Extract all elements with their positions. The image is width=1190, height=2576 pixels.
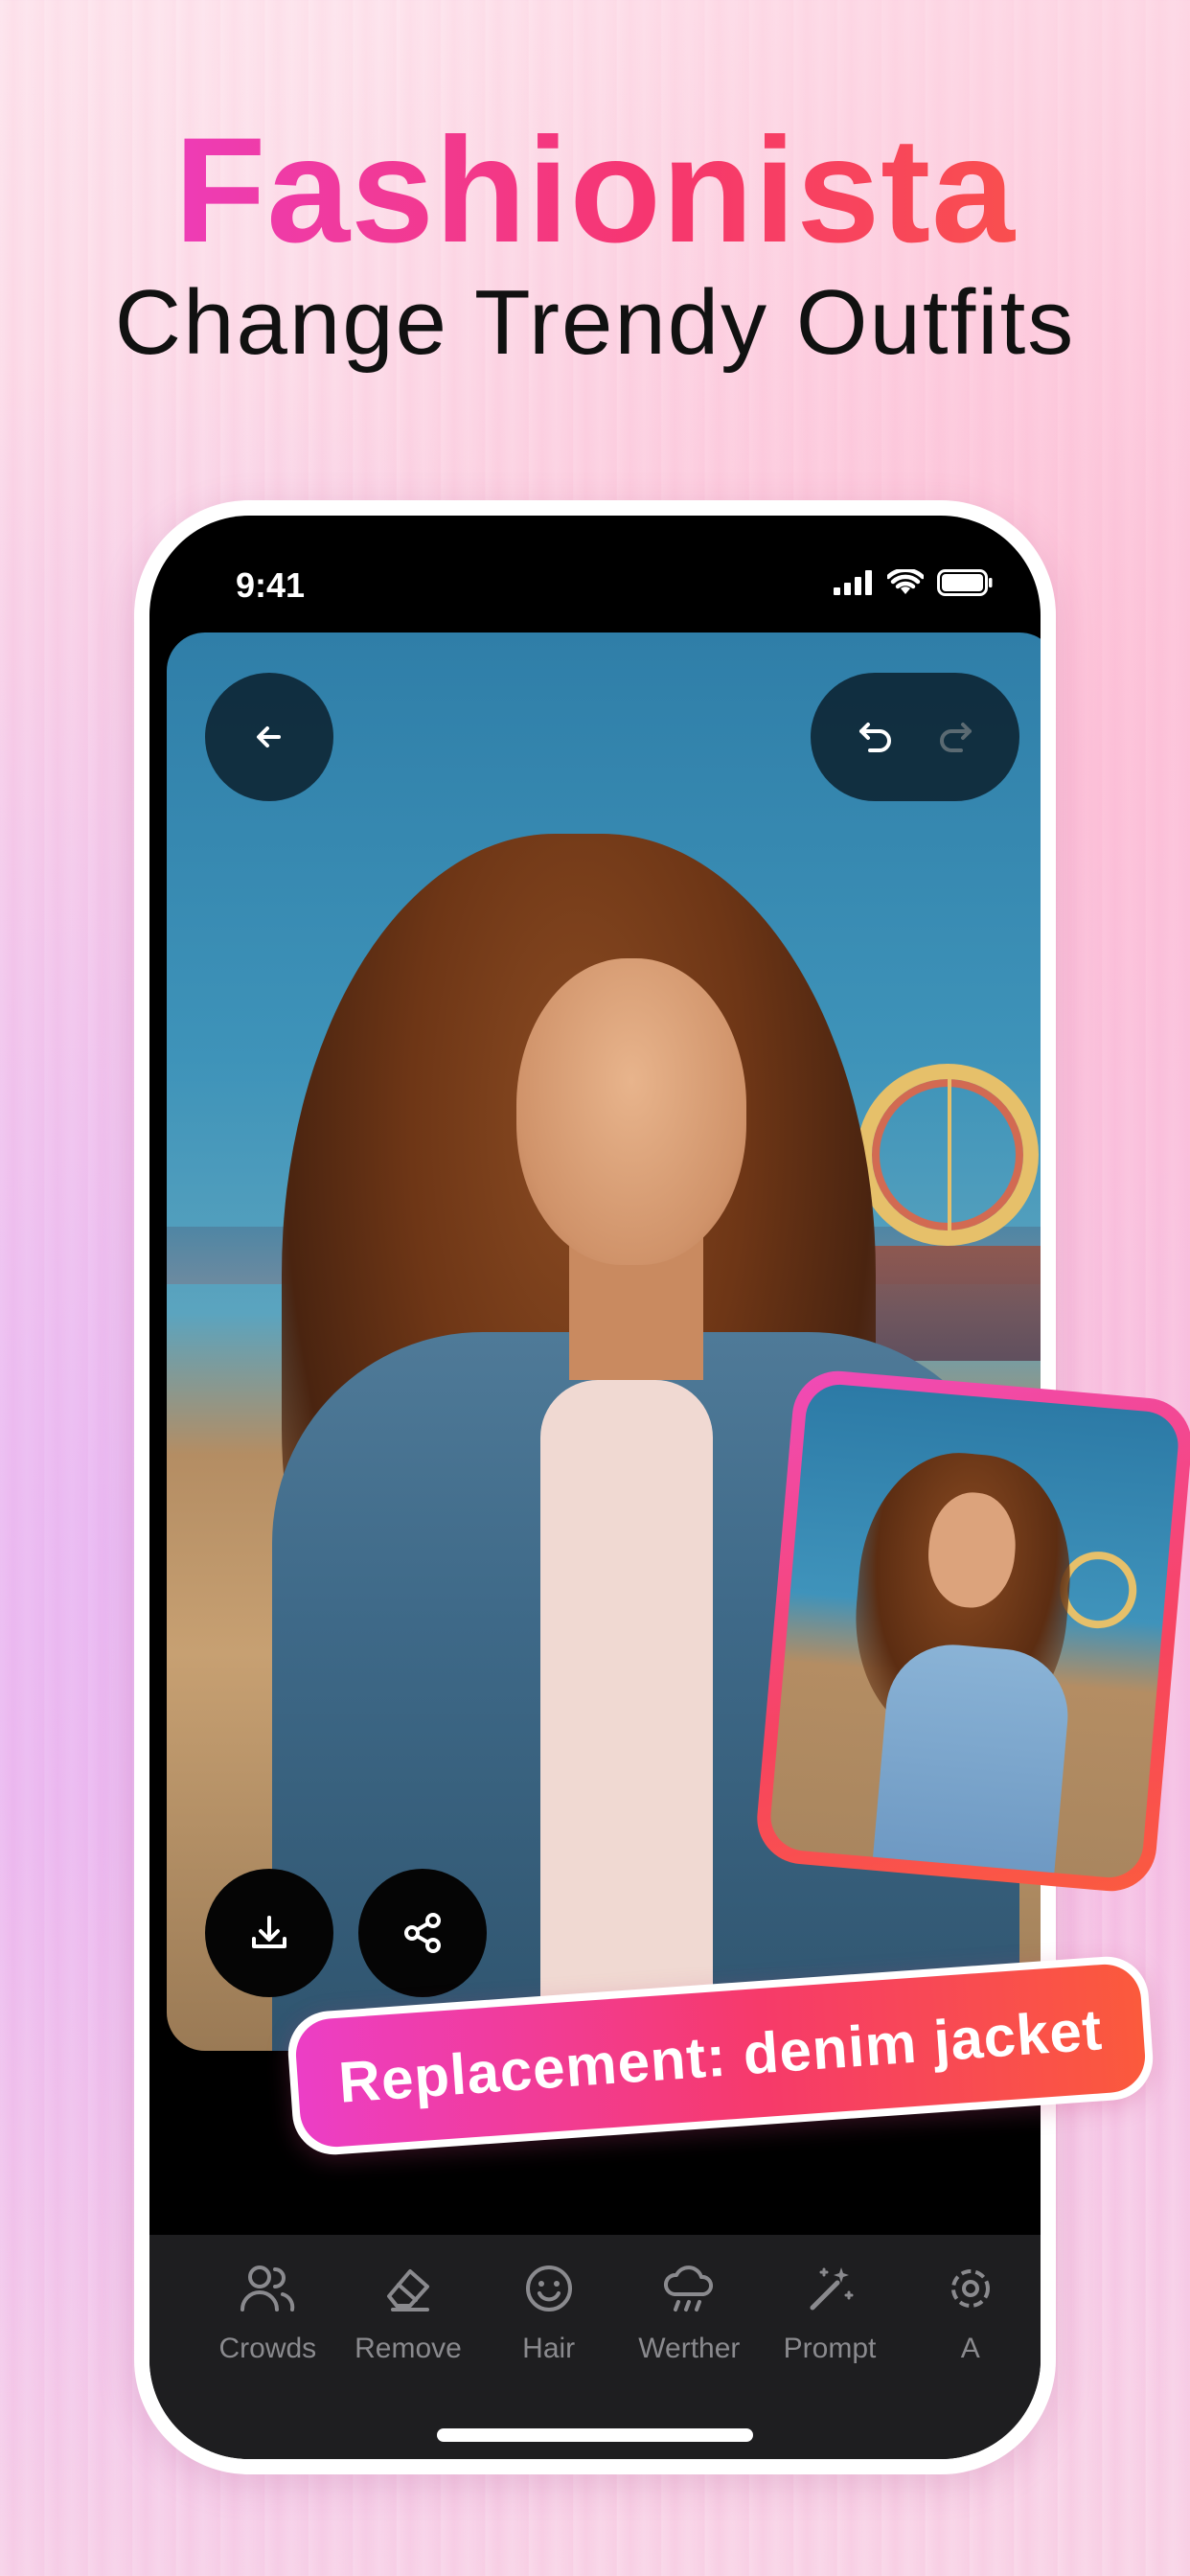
tool-label: A: [960, 2333, 980, 2364]
status-time: 9:41: [236, 565, 306, 605]
tool-label: Crowds: [218, 2333, 317, 2364]
tool-hair[interactable]: Hair: [478, 2235, 619, 2459]
eraser-icon: [387, 2269, 429, 2312]
signal-icon: [834, 570, 872, 595]
arrow-left-icon: [257, 726, 281, 748]
tool-remove[interactable]: Remove: [338, 2235, 479, 2459]
tool-label: Werther: [638, 2333, 741, 2364]
tool-prompt[interactable]: Prompt: [760, 2235, 901, 2459]
tool-weather[interactable]: Werther: [619, 2235, 760, 2459]
back-button[interactable]: [205, 673, 333, 801]
download-button[interactable]: [205, 1869, 333, 1997]
smile-face-icon: [525, 2266, 572, 2312]
magic-wand-icon: [810, 2267, 854, 2311]
tool-label: Prompt: [783, 2333, 877, 2364]
wifi-icon: [887, 569, 924, 594]
promo-subtitle: Change Trendy Outfits: [114, 271, 1076, 374]
tool-label: Remove: [355, 2333, 462, 2364]
tool-crowds[interactable]: Crowds: [197, 2235, 338, 2459]
undo-button[interactable]: [855, 714, 897, 761]
people-icon: [240, 2266, 295, 2312]
undo-icon: [858, 722, 891, 752]
result-preview-photo: [767, 1381, 1181, 1881]
tool-bar: Crowds Remove Hair Werther Prompt A: [149, 2235, 1041, 2459]
share-button[interactable]: [358, 1869, 487, 1997]
promo-title: Fashionista: [0, 105, 1190, 277]
redo-icon: [939, 722, 972, 752]
status-icons: [834, 569, 993, 596]
ferris-wheel: [857, 1064, 1039, 1246]
result-preview-card: [753, 1367, 1190, 1896]
share-icon: [404, 1913, 441, 1953]
redo-button[interactable]: [934, 714, 976, 761]
dress: [872, 1639, 1074, 1881]
tool-a[interactable]: A: [900, 2235, 1041, 2459]
download-icon: [252, 1916, 286, 1948]
tool-label: Hair: [522, 2333, 576, 2364]
cloud-rain-icon: [664, 2266, 714, 2312]
battery-icon: [937, 569, 993, 596]
undo-redo-group: [811, 673, 1019, 801]
gear-icon: [950, 2269, 990, 2308]
home-indicator: [437, 2428, 753, 2442]
